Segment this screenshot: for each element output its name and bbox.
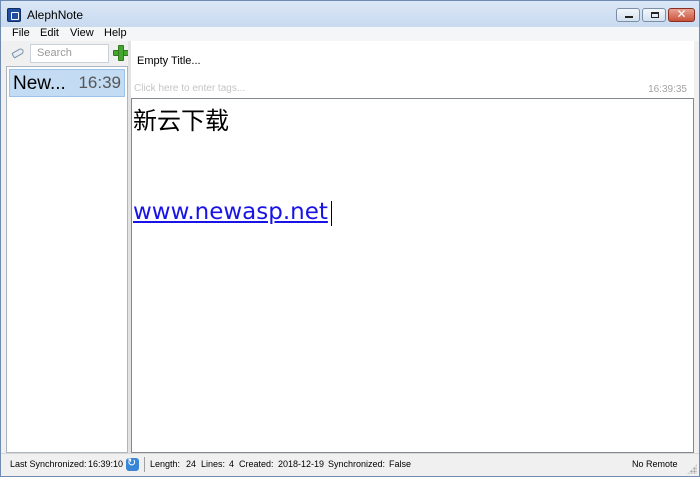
menu-edit[interactable]: Edit: [40, 27, 59, 39]
list-item[interactable]: New... 16:39: [9, 69, 125, 97]
content-link[interactable]: www.newasp.net: [133, 199, 328, 225]
note-time: 16:39: [78, 73, 121, 92]
maximize-button[interactable]: [642, 8, 666, 22]
resize-grip-icon[interactable]: [687, 464, 697, 474]
tags-input[interactable]: Click here to enter tags...: [134, 83, 245, 94]
add-note-icon[interactable]: [113, 45, 129, 61]
title-bar[interactable]: AlephNote ✕: [1, 1, 699, 29]
note-title: New...: [13, 73, 66, 94]
sync-icon[interactable]: [126, 456, 139, 471]
note-title-field[interactable]: Empty Title...: [137, 55, 201, 67]
note-list[interactable]: New... 16:39: [6, 66, 128, 453]
remote-status: No Remote: [632, 459, 678, 469]
last-sync-value: 16:39:10: [88, 459, 124, 469]
status-divider: [144, 457, 145, 472]
minimize-icon: [625, 16, 633, 18]
close-icon: ✕: [676, 7, 687, 21]
last-sync-label: Last Synchronized:: [10, 459, 87, 469]
status-bar: Last Synchronized: 16:39:10 Length: 24 L…: [1, 453, 699, 476]
lines-label: Lines:: [201, 459, 226, 469]
created-label: Created:: [239, 459, 274, 469]
text-caret: [331, 201, 332, 226]
menu-help[interactable]: Help: [104, 27, 127, 39]
app-icon: [7, 8, 21, 22]
modified-time: 16:39:35: [648, 84, 687, 95]
search-input[interactable]: Search: [30, 44, 109, 63]
tag-icon[interactable]: [8, 43, 27, 62]
synchronized-label: Synchronized:: [328, 459, 386, 469]
maximize-icon: [651, 12, 659, 18]
synchronized-value: False: [389, 459, 412, 469]
app-window: AlephNote ✕ File Edit View Help Search N…: [0, 0, 700, 477]
content-line: 新云下载: [133, 107, 229, 135]
created-value: 2018-12-19: [278, 459, 325, 469]
menu-view[interactable]: View: [70, 27, 94, 39]
length-value: 24: [186, 459, 197, 469]
note-text-editor[interactable]: 新云下载 www.newasp.net: [131, 98, 694, 453]
close-button[interactable]: ✕: [668, 7, 695, 22]
menu-file[interactable]: File: [12, 27, 30, 39]
lines-value: 4: [229, 459, 235, 469]
note-sidebar: Search New... 16:39: [6, 41, 129, 453]
length-label: Length:: [150, 459, 181, 469]
note-editor-panel: Empty Title... Click here to enter tags.…: [131, 41, 694, 453]
window-title: AlephNote: [27, 8, 84, 22]
menu-bar: File Edit View Help: [1, 27, 699, 41]
minimize-button[interactable]: [616, 8, 640, 22]
